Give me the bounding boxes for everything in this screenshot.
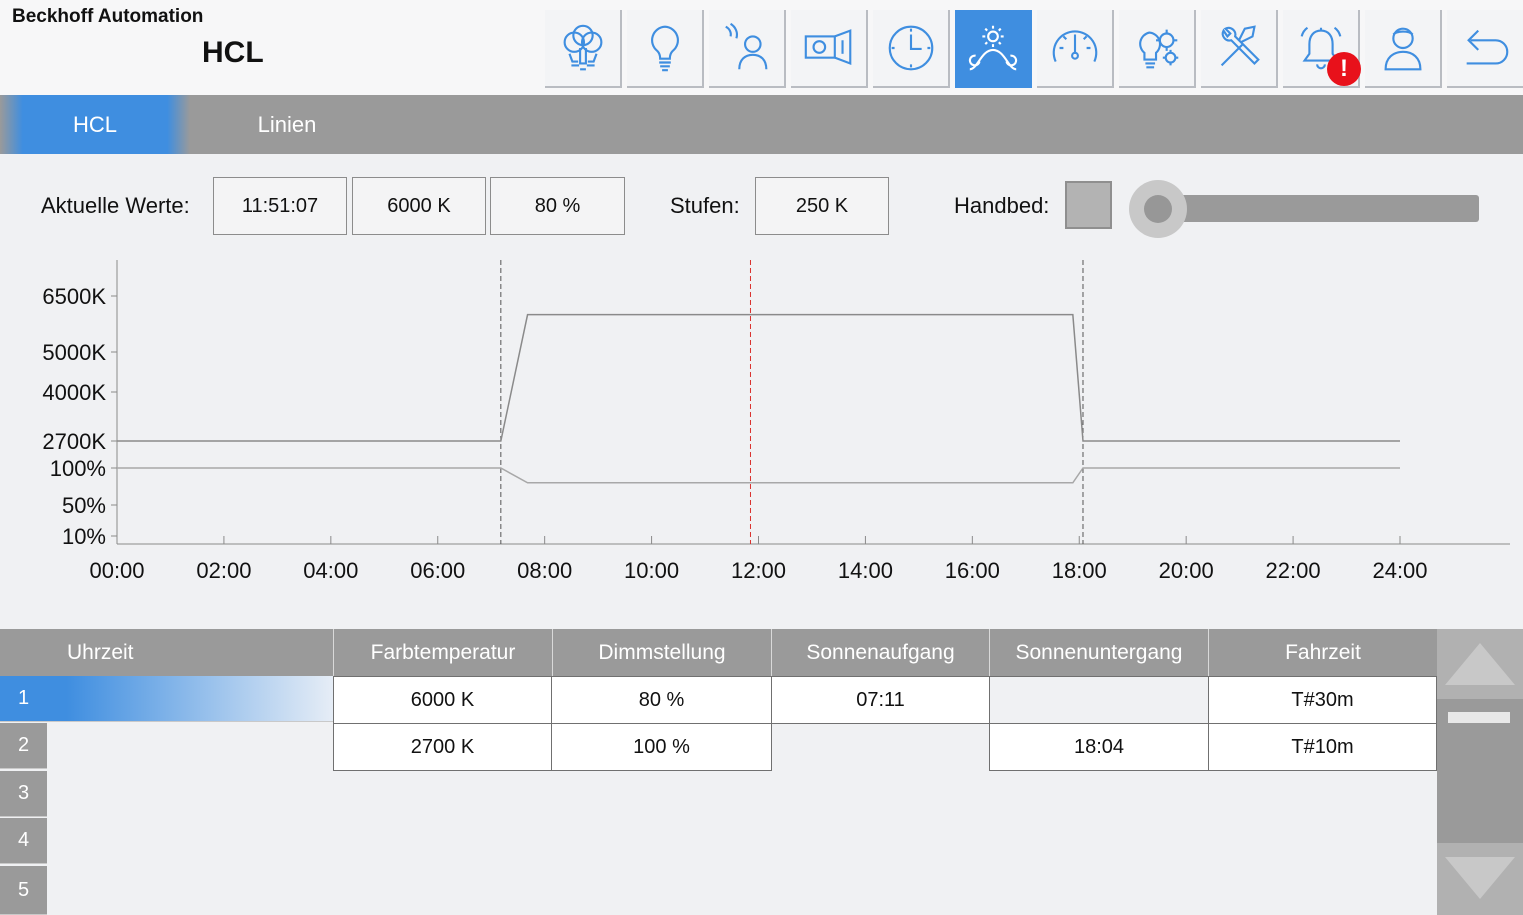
steps-input[interactable]: 250 K — [755, 177, 889, 235]
scroll-down-button[interactable] — [1437, 843, 1523, 915]
chart-y-tick-label: 50% — [62, 493, 106, 518]
hcl-daylight-chart: 6500K 5000K 4000K 2700K100% 50% 10% 00:00 02:00… — [42, 260, 1510, 583]
nav-presence-button[interactable] — [709, 10, 786, 88]
gears-bulb-icon — [1138, 29, 1178, 69]
row-number-1[interactable]: 1 — [0, 676, 333, 722]
chart-x-tick-label: 14:00 — [838, 558, 893, 583]
arrow-down-icon — [1445, 857, 1515, 899]
gauge-icon — [1052, 30, 1097, 62]
nav-lights-group-button[interactable] — [545, 10, 622, 88]
chart-y-tick-label: 6500K — [42, 284, 106, 309]
nav-clock-button[interactable] — [873, 10, 950, 88]
row-number-5[interactable]: 5 — [0, 866, 47, 915]
cell-r1-dimming[interactable]: 80 % — [551, 676, 772, 724]
alarm-alert-badge: ! — [1327, 52, 1361, 86]
scroll-thumb[interactable] — [1448, 712, 1510, 723]
scroll-up-button[interactable] — [1437, 629, 1523, 699]
col-header-dimming: Dimmstellung — [552, 629, 771, 676]
steps-label: Stufen: — [670, 193, 740, 218]
nav-gears-bulb-button[interactable] — [1119, 10, 1196, 88]
chart-y-tick-label: 5000K — [42, 340, 106, 365]
col-header-sunrise: Sonnenaufgang — [771, 629, 989, 676]
cell-r2-dimming[interactable]: 100 % — [551, 723, 772, 771]
cell-r1-sunrise[interactable]: 07:11 — [771, 676, 990, 724]
nav-gauge-button[interactable] — [1037, 10, 1114, 88]
back-arrow-icon — [1466, 29, 1508, 65]
nav-alarm-button[interactable]: ! — [1283, 10, 1361, 88]
chart-x-tick-label: 12:00 — [731, 558, 786, 583]
tools-icon — [1220, 25, 1260, 67]
lights-group-icon — [563, 24, 602, 71]
cell-r1-ramp-time[interactable]: T#30m — [1208, 676, 1437, 724]
chart-x-tick-label: 18:00 — [1052, 558, 1107, 583]
current-color-temp-value: 6000 K — [352, 177, 486, 235]
projector-icon — [804, 29, 851, 66]
chart-series-color-temp — [117, 313, 1400, 442]
cell-r2-sunrise[interactable] — [772, 724, 989, 772]
col-header-time: Uhrzeit — [67, 640, 134, 664]
current-values-label: Aktuelle Werte: — [41, 193, 190, 218]
current-time-value: 11:51:07 — [213, 177, 347, 235]
arrow-up-icon — [1445, 643, 1515, 685]
nav-back-button[interactable] — [1447, 10, 1523, 88]
nav-projector-button[interactable] — [791, 10, 868, 88]
cell-r1-sunset[interactable] — [989, 676, 1209, 724]
cell-r2-sunset[interactable]: 18:04 — [989, 723, 1209, 771]
chart-x-tick-label: 16:00 — [945, 558, 1000, 583]
chart-y-tick-label: 100% — [50, 456, 106, 481]
col-header-color-temp: Farbtemperatur — [333, 629, 552, 676]
bulb-icon — [650, 25, 679, 72]
manual-checkbox[interactable] — [1065, 181, 1112, 229]
cell-r1-color-temp[interactable]: 6000 K — [333, 676, 552, 724]
chart-x-tick-label: 04:00 — [303, 558, 358, 583]
manual-label: Handbed: — [954, 193, 1050, 218]
row-number-3[interactable]: 3 — [0, 771, 47, 817]
chart-x-tick-label: 02:00 — [196, 558, 251, 583]
page-title: HCL — [202, 36, 264, 69]
clock-icon — [888, 25, 933, 71]
presence-person-icon — [724, 22, 767, 70]
manual-slider-track[interactable] — [1160, 195, 1479, 222]
chart-y-tick-label: 10% — [62, 524, 106, 549]
chart-x-tick-label: 24:00 — [1372, 558, 1427, 583]
chart-y-tick-label: 2700K — [42, 429, 106, 454]
tab-bar: HCL Linien — [0, 95, 1523, 154]
row-number-2[interactable]: 2 — [0, 723, 47, 769]
row-number-4[interactable]: 4 — [0, 818, 47, 864]
manual-slider-knob[interactable] — [1129, 180, 1187, 238]
tab-hcl[interactable]: HCL — [0, 95, 190, 154]
daylight-curve-icon — [968, 25, 1017, 71]
cell-r2-color-temp[interactable]: 2700 K — [333, 723, 552, 771]
company-name: Beckhoff Automation — [12, 6, 204, 27]
current-dimming-value: 80 % — [490, 177, 625, 235]
chart-x-tick-label: 22:00 — [1266, 558, 1321, 583]
chart-y-tick-label: 4000K — [42, 380, 106, 405]
chart-x-tick-label: 08:00 — [517, 558, 572, 583]
tab-hcl-label: HCL — [72, 111, 117, 137]
nav-tools-button[interactable] — [1201, 10, 1278, 88]
chart-x-tick-label: 20:00 — [1159, 558, 1214, 583]
chart-series-dimming — [117, 467, 1400, 484]
chart-x-tick-label: 10:00 — [624, 558, 679, 583]
tab-linien[interactable]: Linien — [192, 95, 382, 154]
user-icon — [1384, 27, 1421, 71]
header: Beckhoff Automation HCL ! — [0, 0, 1523, 95]
nav-daylight-button[interactable] — [955, 10, 1032, 88]
col-header-sunset: Sonnenuntergang — [989, 629, 1208, 676]
nav-user-button[interactable] — [1365, 10, 1442, 88]
cell-r2-ramp-time[interactable]: T#10m — [1208, 723, 1437, 771]
chart-x-tick-label: 06:00 — [410, 558, 465, 583]
nav-bulb-button[interactable] — [627, 10, 704, 88]
chart-x-tick-label: 00:00 — [89, 558, 144, 583]
tab-linien-label: Linien — [257, 111, 317, 137]
col-header-ramp-time: Fahrzeit — [1208, 629, 1437, 676]
